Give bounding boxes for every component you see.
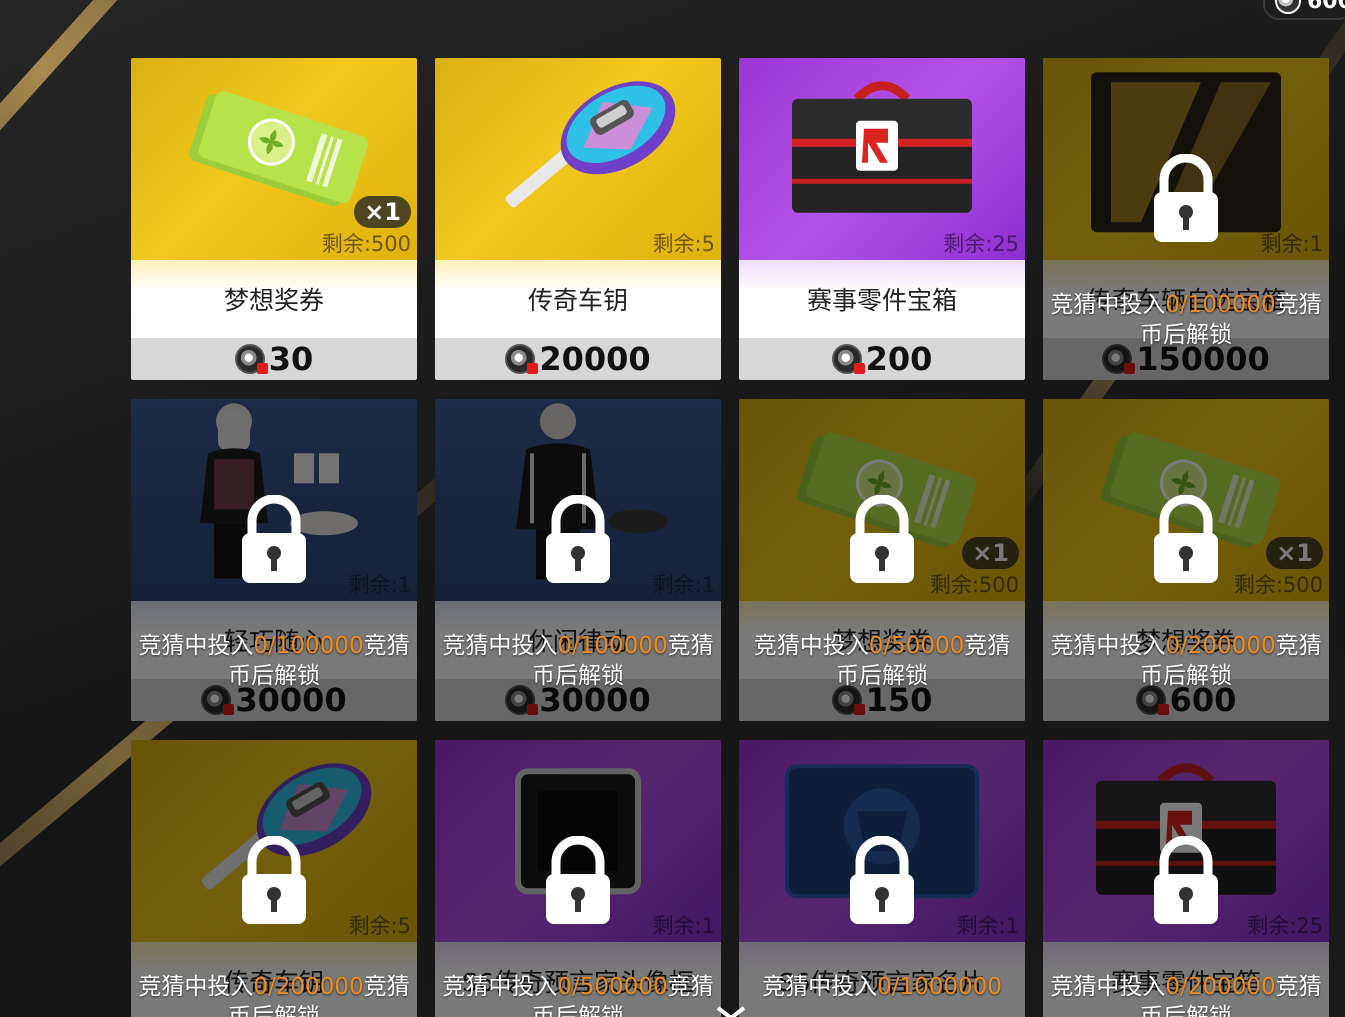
- locked-overlay: 竞猜中投入0/200000竞猜币后解锁: [131, 740, 417, 1017]
- price-bar: 20000: [435, 338, 721, 380]
- unlock-requirement: 竞猜中投入0/100000竞猜币后解锁: [442, 633, 714, 689]
- price-value: 20000: [539, 340, 651, 378]
- shop-item-card[interactable]: 剩余:25 赛事零件宝箱 200: [739, 58, 1025, 380]
- price-bar: 30: [131, 338, 417, 380]
- item-name: 传奇车钥: [435, 260, 721, 338]
- shop-item-card[interactable]: 剩余:5传奇车钥竞猜中投入0/200000竞猜币后解锁: [131, 740, 417, 1017]
- unlock-progress: 0/100000: [253, 633, 364, 659]
- price-bar: 200: [739, 338, 1025, 380]
- unlock-requirement: 竞猜中投入0/1000000: [762, 974, 1002, 1000]
- unlock-requirement: 竞猜中投入0/100000竞猜币后解锁: [1050, 292, 1322, 348]
- locked-overlay: 竞猜中投入0/1000000: [739, 740, 1025, 1017]
- item-name: 赛事零件宝箱: [739, 260, 1025, 338]
- item-thumbnail: 剩余:5: [435, 58, 721, 260]
- lock-icon: [238, 835, 310, 932]
- remaining-stock: 剩余:25: [943, 232, 1019, 256]
- lock-icon: [542, 835, 614, 932]
- unlock-requirement: 竞猜中投入0/200000竞猜币后解锁: [1050, 974, 1322, 1017]
- item-name: 梦想奖券: [131, 260, 417, 338]
- lock-icon: [846, 835, 918, 932]
- unlock-progress: 0/200000: [253, 974, 364, 1000]
- lock-icon: [238, 494, 310, 591]
- locked-overlay: 竞猜中投入0/200000竞猜币后解锁: [1043, 399, 1329, 721]
- unlock-progress: 0/100000: [557, 633, 668, 659]
- unlock-progress: 0/200000: [1165, 974, 1276, 1000]
- lock-icon: [1150, 153, 1222, 250]
- lock-icon: [1150, 835, 1222, 932]
- locked-overlay: 竞猜中投入0/50000竞猜币后解锁: [739, 399, 1025, 721]
- race-coin-icon: [831, 344, 865, 374]
- race-coin-icon: [1275, 0, 1301, 14]
- locked-overlay: 竞猜中投入0/500000竞猜币后解锁: [435, 740, 721, 1017]
- item-thumbnail: ×1 剩余:500: [131, 58, 417, 260]
- unlock-progress: 0/1000000: [877, 974, 1002, 1000]
- shop-item-card[interactable]: 剩余:1传奇车辆自选宝箱150000竞猜中投入0/100000竞猜币后解锁: [1043, 58, 1329, 380]
- quantity-badge: ×1: [354, 196, 411, 228]
- shop-item-card[interactable]: 剩余:25赛事零件宝箱竞猜中投入0/200000竞猜币后解锁: [1043, 740, 1329, 1017]
- unlock-progress: 0/100000: [1165, 292, 1276, 318]
- remaining-stock: 剩余:5: [652, 232, 715, 256]
- chevron-down-icon[interactable]: [716, 1006, 746, 1017]
- unlock-requirement: 竞猜中投入0/200000竞猜币后解锁: [1050, 633, 1322, 689]
- shop-item-card[interactable]: ×1剩余:500梦想奖券600竞猜中投入0/200000竞猜币后解锁: [1043, 399, 1329, 721]
- race-coin-icon: [234, 344, 268, 374]
- unlock-requirement: 竞猜中投入0/50000竞猜币后解锁: [753, 633, 1011, 689]
- locked-overlay: 竞猜中投入0/200000竞猜币后解锁: [1043, 740, 1329, 1017]
- price-value: 30: [268, 340, 314, 378]
- lock-icon: [1150, 494, 1222, 591]
- shop-item-card[interactable]: 剩余:1休闲律动30000竞猜中投入0/100000竞猜币后解锁: [435, 399, 721, 721]
- lock-icon: [846, 494, 918, 591]
- shop-item-card[interactable]: 剩余:1轻巧随心30000竞猜中投入0/100000竞猜币后解锁: [131, 399, 417, 721]
- currency-amount: 600: [1307, 0, 1345, 14]
- shop-item-grid: ×1 剩余:500 梦想奖券 30 剩余:5 传奇车钥 20000 剩余:25 赛事零件宝箱 20…: [131, 58, 1329, 1017]
- item-thumbnail: 剩余:25: [739, 58, 1025, 260]
- unlock-requirement: 竞猜中投入0/200000竞猜币后解锁: [138, 974, 410, 1017]
- lock-icon: [542, 494, 614, 591]
- unlock-progress: 0/200000: [1165, 633, 1276, 659]
- currency-balance: 600: [1263, 0, 1345, 20]
- unlock-requirement: 竞猜中投入0/500000竞猜币后解锁: [442, 974, 714, 1017]
- unlock-requirement: 竞猜中投入0/100000竞猜币后解锁: [138, 633, 410, 689]
- key-image: [468, 58, 688, 242]
- race-coin-icon: [505, 344, 539, 374]
- remaining-stock: 剩余:500: [321, 232, 411, 256]
- unlock-progress: 0/50000: [868, 633, 965, 659]
- shop-item-card[interactable]: ×1剩余:500梦想奖券150竞猜中投入0/50000竞猜币后解锁: [739, 399, 1025, 721]
- chest-image: [772, 69, 992, 233]
- locked-overlay: 竞猜中投入0/100000竞猜币后解锁: [1043, 58, 1329, 380]
- ticket-image: [174, 85, 374, 219]
- locked-overlay: 竞猜中投入0/100000竞猜币后解锁: [131, 399, 417, 721]
- shop-item-card[interactable]: ×1 剩余:500 梦想奖券 30: [131, 58, 417, 380]
- locked-overlay: 竞猜中投入0/100000竞猜币后解锁: [435, 399, 721, 721]
- shop-item-card[interactable]: 剩余:1S6传奇预言家头像框竞猜中投入0/500000竞猜币后解锁: [435, 740, 721, 1017]
- shop-item-card[interactable]: 剩余:1S6传奇预言家名片竞猜中投入0/1000000: [739, 740, 1025, 1017]
- unlock-progress: 0/500000: [557, 974, 668, 1000]
- price-value: 200: [865, 340, 933, 378]
- shop-item-card[interactable]: 剩余:5 传奇车钥 20000: [435, 58, 721, 380]
